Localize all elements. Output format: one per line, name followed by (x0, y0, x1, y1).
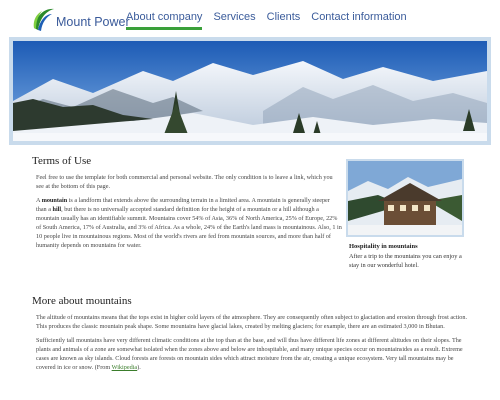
terms-title: Terms of Use (32, 155, 92, 167)
more-paragraph-2: Sufficiently tall mountains have very di… (32, 336, 468, 372)
main-content: Terms of Use Feel free to use the templa… (0, 145, 500, 400)
leaf-logo-icon (33, 8, 54, 31)
text-fragment: Sufficiently tall mountains have very di… (36, 337, 463, 371)
site-header: Mount Power About company Services Clien… (0, 0, 500, 38)
sidebar-title: Hospitality in mountains (349, 243, 418, 250)
terms-intro: Feel free to use the template for both c… (36, 174, 333, 190)
logo[interactable]: Mount Power (30, 4, 130, 34)
mountain-paragraph: A mountain is a landform that extends ab… (32, 196, 342, 250)
nav-about-company[interactable]: About company (126, 11, 203, 30)
sidebar-text: After a trip to the mountains you can en… (349, 253, 462, 269)
banner-frame (9, 37, 491, 145)
text-fragment: ). (137, 364, 141, 371)
brand-name: Mount Power (56, 15, 130, 29)
sidebar: Hospitality in mountains After a trip to… (346, 159, 464, 270)
main-nav: About company Services Clients Contact i… (126, 11, 418, 30)
bold-mountain: mountain (41, 197, 68, 204)
terms-section: Terms of Use Feel free to use the templa… (32, 155, 342, 255)
wikipedia-link[interactable]: Wikipedia (112, 364, 138, 371)
nav-clients[interactable]: Clients (267, 11, 301, 30)
bold-hill: hill (52, 206, 62, 213)
more-section: More about mountains The altitude of mou… (32, 295, 468, 377)
nav-contact-information[interactable]: Contact information (311, 11, 406, 30)
more-title: More about mountains (32, 295, 132, 307)
hotel-image (346, 159, 464, 237)
nav-services[interactable]: Services (213, 11, 255, 30)
text-fragment: , but there is no universally accepted s… (36, 206, 342, 249)
banner-image (13, 41, 487, 141)
more-paragraph-1: The altitude of mountains means that the… (36, 314, 468, 330)
